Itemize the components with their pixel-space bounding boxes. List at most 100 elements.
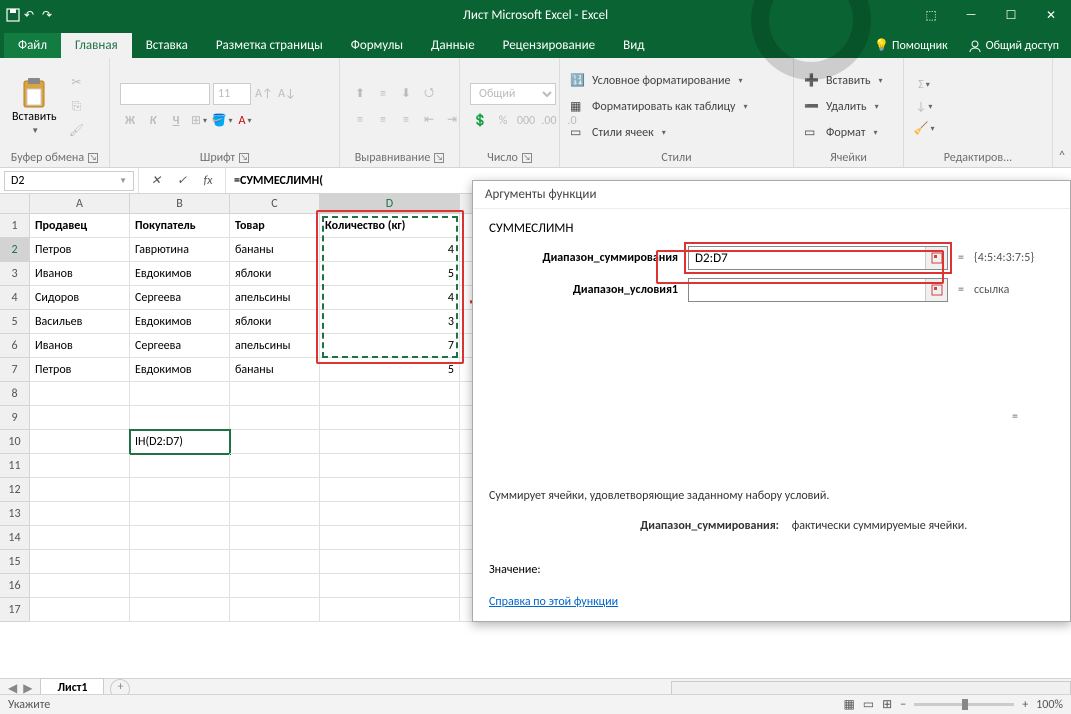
col-head-a[interactable]: A xyxy=(30,194,130,214)
fill-color-icon[interactable]: 🪣▾ xyxy=(212,111,232,131)
status-text: Укажите xyxy=(8,698,50,712)
arg1-result: {4:5:4:3:7:5} xyxy=(974,251,1034,265)
align-bottom-icon[interactable]: ⬇ xyxy=(396,84,416,104)
view-break-icon[interactable]: ⊞ xyxy=(882,697,892,712)
clipboard-launcher[interactable]: ↘ xyxy=(88,153,98,163)
cond-format-icon: 🔢 xyxy=(570,73,586,89)
cell-styles-button[interactable]: ▭Стили ячеек▾ xyxy=(570,121,783,145)
tab-data[interactable]: Данные xyxy=(417,33,489,58)
format-table-button[interactable]: ▦Форматировать как таблицу▾ xyxy=(570,95,783,119)
align-right-icon[interactable]: ≡ xyxy=(396,110,416,130)
ribbon-options-icon[interactable]: ⬚ xyxy=(911,0,951,30)
orientation-icon[interactable]: ⭯ xyxy=(419,84,439,104)
arg1-label: Диапазон_суммирования xyxy=(503,251,678,265)
active-cell[interactable]: ІН(D2:D7) xyxy=(130,430,230,454)
collapse-ribbon-icon[interactable]: ^ xyxy=(1053,58,1071,167)
indent-inc-icon[interactable]: ⇥ xyxy=(442,110,462,130)
font-color-icon[interactable]: A▾ xyxy=(235,111,255,131)
value-label: Значение: xyxy=(489,563,1054,577)
window-title: Лист Microsoft Excel - Excel xyxy=(463,8,608,23)
clear-icon[interactable]: 🧹▾ xyxy=(914,119,934,139)
tab-insert[interactable]: Вставка xyxy=(132,33,202,58)
percent-icon[interactable]: % xyxy=(493,111,513,131)
cell-styles-icon: ▭ xyxy=(570,125,586,141)
view-layout-icon[interactable]: ▭ xyxy=(863,697,874,712)
col-head-b[interactable]: B xyxy=(130,194,230,214)
border-icon[interactable]: ⊞▾ xyxy=(189,111,209,131)
copy-icon[interactable]: ⎘ xyxy=(67,97,87,117)
close-icon[interactable]: ✕ xyxy=(1031,0,1071,30)
inc-decimal-icon[interactable]: .00 xyxy=(539,111,559,131)
format-cells-button[interactable]: ▭Формат▾ xyxy=(804,121,883,145)
col-head-d[interactable]: D xyxy=(320,194,460,214)
zoom-level[interactable]: 100% xyxy=(1036,698,1063,712)
help-link[interactable]: Справка по этой функции xyxy=(489,595,1054,609)
align-top-icon[interactable]: ⬆ xyxy=(350,84,370,104)
paste-button[interactable]: Вставить ▼ xyxy=(8,76,61,138)
view-normal-icon[interactable]: ▦ xyxy=(843,697,854,712)
insert-cells-icon: ➕ xyxy=(804,73,820,89)
align-center-icon[interactable]: ≡ xyxy=(373,110,393,130)
save-icon[interactable] xyxy=(6,8,20,22)
cut-icon[interactable]: ✂ xyxy=(67,73,87,93)
conditional-format-button[interactable]: 🔢Условное форматирование▾ xyxy=(570,69,783,93)
tab-home[interactable]: Главная xyxy=(61,33,132,58)
ribbon: Вставить ▼ ✂ ⎘ 🖌 Буфер обмена↘ A↑ A↓ Ж xyxy=(0,58,1071,168)
tab-file[interactable]: Файл xyxy=(4,33,61,58)
font-launcher[interactable]: ↘ xyxy=(239,153,249,163)
number-format-combo[interactable]: Общий xyxy=(470,83,556,105)
function-arguments-dialog: Аргументы функции СУММЕСЛИМН Диапазон_су… xyxy=(472,180,1071,622)
arg2-result: ссылка xyxy=(974,283,1009,297)
font-family-combo[interactable] xyxy=(120,83,210,105)
undo-icon[interactable]: ↶ xyxy=(24,8,38,22)
clipboard-icon xyxy=(19,78,49,108)
comma-icon[interactable]: 000 xyxy=(516,111,536,131)
arg2-input[interactable] xyxy=(689,279,925,301)
decrease-font-icon[interactable]: A↓ xyxy=(277,84,297,104)
italic-button[interactable]: К xyxy=(143,111,163,131)
tell-me[interactable]: 💡 Помощник xyxy=(866,33,955,58)
delete-cells-icon: ➖ xyxy=(804,99,820,115)
format-painter-icon[interactable]: 🖌 xyxy=(67,121,87,141)
cancel-formula-icon[interactable]: ✕ xyxy=(145,173,167,188)
range-selector-icon[interactable] xyxy=(925,279,947,301)
underline-button[interactable]: Ч xyxy=(166,111,186,131)
indent-dec-icon[interactable]: ⇤ xyxy=(419,110,439,130)
table-icon: ▦ xyxy=(570,99,586,115)
range-selector-icon[interactable] xyxy=(925,247,947,269)
format-cells-icon: ▭ xyxy=(804,125,820,141)
arg1-input[interactable] xyxy=(689,247,925,269)
insert-cells-button[interactable]: ➕Вставить▾ xyxy=(804,69,883,93)
align-mid-icon[interactable]: ≡ xyxy=(373,84,393,104)
share-button[interactable]: Общий доступ xyxy=(956,34,1071,58)
currency-icon[interactable]: 💲 xyxy=(470,111,490,131)
redo-icon[interactable]: ↷ xyxy=(42,8,56,22)
param-label: Диапазон_суммирования: xyxy=(489,519,789,533)
tab-layout[interactable]: Разметка страницы xyxy=(202,33,337,58)
fx-icon[interactable]: fx xyxy=(197,174,219,188)
tab-formulas[interactable]: Формулы xyxy=(337,33,417,58)
autosum-icon[interactable]: Σ▾ xyxy=(914,75,934,95)
zoom-out-icon[interactable]: − xyxy=(900,698,906,712)
ribbon-tabs: Файл Главная Вставка Разметка страницы Ф… xyxy=(0,30,1071,58)
number-launcher[interactable]: ↘ xyxy=(522,153,532,163)
align-launcher[interactable]: ↘ xyxy=(434,153,444,163)
zoom-slider[interactable] xyxy=(914,703,1014,706)
accept-formula-icon[interactable]: ✓ xyxy=(171,173,193,188)
select-all-corner[interactable] xyxy=(0,194,30,214)
increase-font-icon[interactable]: A↑ xyxy=(254,84,274,104)
tab-review[interactable]: Рецензирование xyxy=(489,33,609,58)
font-size-combo[interactable] xyxy=(213,83,251,105)
minimize-icon[interactable]: — xyxy=(951,0,991,30)
bold-button[interactable]: Ж xyxy=(120,111,140,131)
maximize-icon[interactable]: ☐ xyxy=(991,0,1031,30)
zoom-in-icon[interactable]: + xyxy=(1022,698,1028,712)
tab-view[interactable]: Вид xyxy=(609,33,658,58)
col-head-c[interactable]: C xyxy=(230,194,320,214)
name-box[interactable]: D2▼ xyxy=(4,171,134,191)
align-left-icon[interactable]: ≡ xyxy=(350,110,370,130)
status-bar: Укажите ▦ ▭ ⊞ − + 100% xyxy=(0,694,1071,714)
fill-icon[interactable]: ↓▾ xyxy=(914,97,934,117)
delete-cells-button[interactable]: ➖Удалить▾ xyxy=(804,95,883,119)
cell[interactable]: Продавец xyxy=(30,214,130,238)
